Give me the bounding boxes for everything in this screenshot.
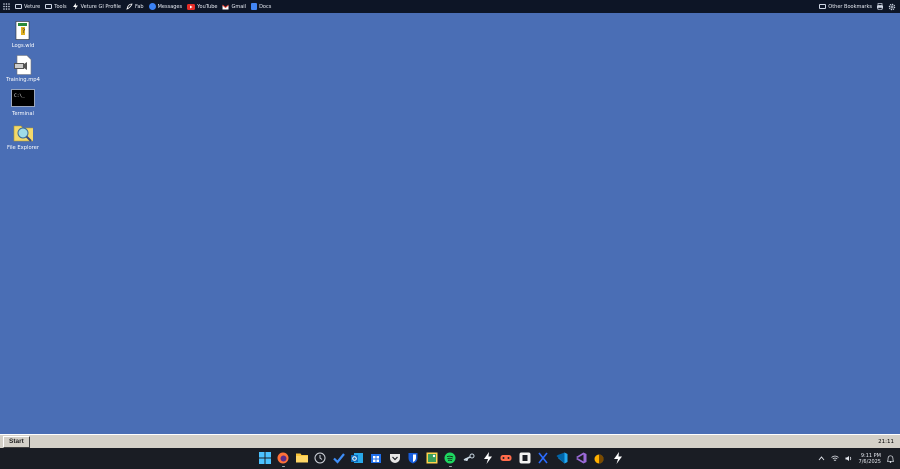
bookmark-messages[interactable]: Messages (148, 3, 182, 10)
clock-app-icon[interactable] (314, 451, 327, 464)
wifi-icon[interactable] (830, 455, 839, 462)
volume-icon[interactable] (845, 455, 853, 462)
messages-icon (148, 3, 156, 10)
gear-icon[interactable] (888, 3, 896, 11)
outlook-icon[interactable] (351, 451, 364, 464)
desktop-icon-training[interactable]: Training.mp4 (5, 55, 41, 83)
system-tray: 9:11 PM 7/6/2025 (818, 448, 895, 469)
svg-text:?: ? (22, 28, 25, 35)
photos-icon[interactable] (425, 451, 438, 464)
chevron-up-icon[interactable] (818, 455, 825, 462)
file-explorer-icon (13, 123, 33, 143)
bitwarden-icon[interactable] (407, 451, 420, 464)
spotify-icon[interactable] (444, 451, 457, 467)
video-file-icon (13, 55, 33, 75)
terminal-icon: C:\_ (11, 89, 35, 107)
visual-studio-icon[interactable] (574, 451, 587, 464)
apps-grid-icon[interactable] (3, 3, 10, 10)
gmail-icon (222, 4, 230, 10)
todo-icon[interactable] (332, 451, 345, 464)
veture-app-icon[interactable] (611, 451, 624, 464)
bell-icon[interactable] (886, 454, 895, 463)
windows-start-icon[interactable] (258, 451, 271, 464)
start-button[interactable]: Start (3, 435, 30, 448)
store-icon[interactable] (370, 451, 383, 464)
fab-icon (126, 3, 133, 10)
bookmark-gmail[interactable]: Gmail (222, 4, 246, 10)
taskbar-apps (258, 451, 624, 467)
bookmark-youtube[interactable]: YouTube (187, 3, 217, 10)
printer-icon[interactable] (876, 3, 884, 10)
folder-icon (45, 4, 53, 9)
youtube-icon (187, 3, 196, 10)
bookmark-veture-gi-profile[interactable]: Veture GI Profile (72, 3, 121, 10)
steam-icon[interactable] (463, 451, 476, 464)
pocket-icon[interactable] (388, 451, 401, 464)
veture-icon (72, 3, 79, 10)
game-icon[interactable] (500, 451, 513, 464)
file-explorer-icon[interactable] (295, 451, 308, 464)
firefox-icon[interactable] (277, 451, 290, 467)
classic-clock: 21:11 (878, 438, 894, 445)
obsidian-icon[interactable] (518, 451, 531, 464)
bookmark-veture[interactable]: Veture (15, 4, 40, 10)
folder-icon (15, 4, 22, 9)
veture-icon[interactable] (481, 451, 494, 464)
other-bookmarks[interactable]: Other Bookmarks (819, 4, 872, 10)
desktop: ? Logs.wld Training.mp4 C:\_ Terminal Fi… (0, 13, 900, 434)
unreal-icon[interactable] (537, 451, 550, 464)
system-taskbar: 9:11 PM 7/6/2025 (0, 448, 900, 469)
desktop-icon-logs[interactable]: ? Logs.wld (5, 21, 41, 49)
script-file-icon: ? (13, 21, 33, 41)
bookmarks-bar: Veture Tools Veture GI Profile Fab Messa… (0, 0, 900, 13)
desktop-icon-terminal[interactable]: C:\_ Terminal (5, 89, 41, 117)
desktop-icon-file-explorer[interactable]: File Explorer (5, 123, 41, 151)
bookmark-fab[interactable]: Fab (126, 3, 144, 10)
tor-icon[interactable] (593, 451, 606, 464)
docs-icon (251, 3, 258, 10)
taskbar-clock[interactable]: 9:11 PM 7/6/2025 (859, 453, 881, 465)
classic-taskbar: Start 21:11 (0, 434, 900, 448)
bookmark-docs[interactable]: Docs (251, 3, 271, 10)
bookmark-tools[interactable]: Tools (45, 4, 67, 10)
vscode-icon[interactable] (556, 451, 569, 464)
folder-icon (819, 4, 827, 9)
